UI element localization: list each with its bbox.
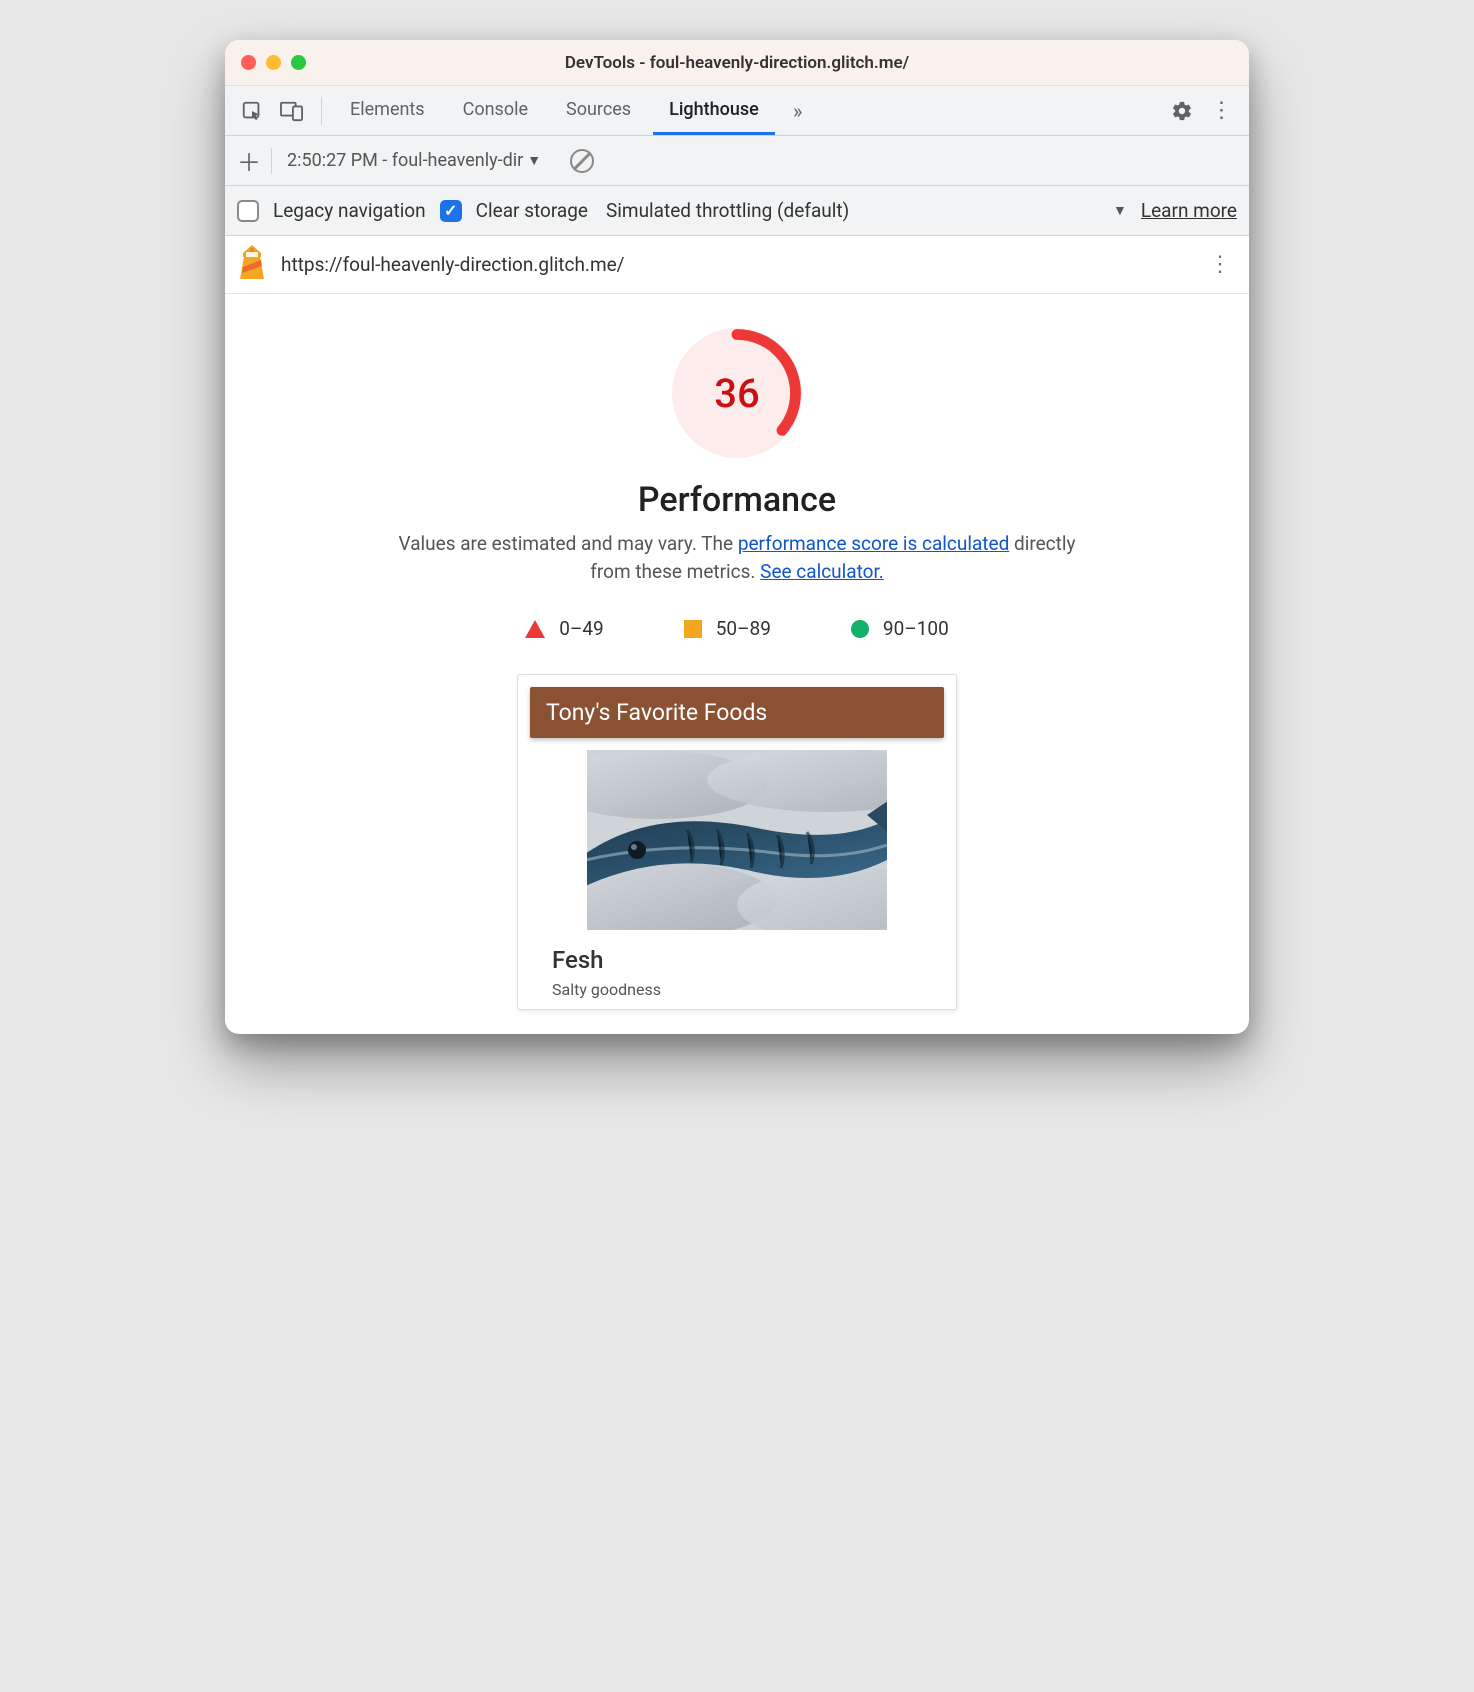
legend-fail-label: 0–49 — [559, 617, 604, 640]
tab-console[interactable]: Console — [447, 86, 544, 135]
screenshot-item-subtitle: Salty goodness — [552, 980, 922, 999]
category-title: Performance — [249, 480, 1225, 520]
screenshot-item-title: Fesh — [552, 946, 922, 974]
titlebar: DevTools - foul-heavenly-direction.glitc… — [225, 40, 1249, 86]
score-description: Values are estimated and may vary. The p… — [377, 530, 1097, 585]
chevron-down-icon: ▼ — [527, 152, 541, 169]
square-icon — [684, 620, 702, 638]
close-window-button[interactable] — [241, 55, 256, 70]
legacy-navigation-label: Legacy navigation — [273, 199, 426, 222]
clear-storage-label: Clear storage — [476, 199, 588, 222]
more-tabs-chevron-icon[interactable]: » — [781, 94, 815, 128]
legend-pass: 90–100 — [851, 617, 949, 640]
throttling-label: Simulated throttling (default) — [606, 199, 849, 222]
performance-gauge[interactable]: 36 — [672, 328, 802, 458]
separator — [271, 148, 272, 174]
tab-sources[interactable]: Sources — [550, 86, 647, 135]
chevron-down-icon[interactable]: ▼ — [1113, 202, 1127, 219]
window-title: DevTools - foul-heavenly-direction.glitc… — [225, 53, 1249, 73]
circle-icon — [851, 620, 869, 638]
page-screenshot-card: Tony's Favorite Foods — [517, 674, 957, 1010]
legend-avg-label: 50–89 — [716, 617, 771, 640]
perf-score-calc-link[interactable]: performance score is calculated — [738, 532, 1009, 555]
kebab-menu-icon[interactable]: ⋮ — [1205, 94, 1239, 128]
tab-elements[interactable]: Elements — [334, 86, 441, 135]
lighthouse-report-toolbar: ＋ 2:50:27 PM - foul-heavenly-dir ▼ — [225, 136, 1249, 186]
legend-average: 50–89 — [684, 617, 771, 640]
new-report-button[interactable]: ＋ — [235, 143, 263, 178]
score-legend: 0–49 50–89 90–100 — [249, 617, 1225, 640]
see-calculator-link[interactable]: See calculator. — [760, 560, 884, 583]
device-toolbar-icon[interactable] — [275, 94, 309, 128]
report-select-dropdown[interactable]: 2:50:27 PM - foul-heavenly-dir ▼ — [280, 144, 548, 178]
report-options-kebab-icon[interactable]: ⋮ — [1209, 252, 1233, 277]
screenshot-header: Tony's Favorite Foods — [530, 687, 944, 738]
fish-image — [587, 750, 887, 930]
devtools-window: DevTools - foul-heavenly-direction.glitc… — [225, 40, 1249, 1034]
report-url: https://foul-heavenly-direction.glitch.m… — [281, 253, 625, 276]
clear-storage-checkbox[interactable] — [440, 200, 462, 222]
triangle-icon — [525, 620, 545, 638]
learn-more-link[interactable]: Learn more — [1141, 199, 1237, 222]
lighthouse-report: 36 Performance Values are estimated and … — [225, 294, 1249, 1034]
lighthouse-icon — [237, 245, 267, 284]
desc-text: Values are estimated and may vary. The — [399, 532, 738, 555]
separator — [321, 97, 322, 125]
lighthouse-settings-bar: Legacy navigation Clear storage Simulate… — [225, 186, 1249, 236]
gear-icon[interactable] — [1165, 94, 1199, 128]
minimize-window-button[interactable] — [266, 55, 281, 70]
legend-fail: 0–49 — [525, 617, 604, 640]
traffic-lights — [241, 55, 306, 70]
legacy-navigation-checkbox[interactable] — [237, 200, 259, 222]
clear-report-icon[interactable] — [570, 149, 594, 173]
zoom-window-button[interactable] — [291, 55, 306, 70]
report-select-label: 2:50:27 PM - foul-heavenly-dir — [287, 150, 523, 171]
devtools-tabstrip: Elements Console Sources Lighthouse » ⋮ — [225, 86, 1249, 136]
report-url-row: https://foul-heavenly-direction.glitch.m… — [225, 236, 1249, 294]
tab-lighthouse[interactable]: Lighthouse — [653, 86, 775, 135]
performance-score: 36 — [672, 328, 802, 458]
inspect-element-icon[interactable] — [235, 94, 269, 128]
legend-pass-label: 90–100 — [883, 617, 949, 640]
